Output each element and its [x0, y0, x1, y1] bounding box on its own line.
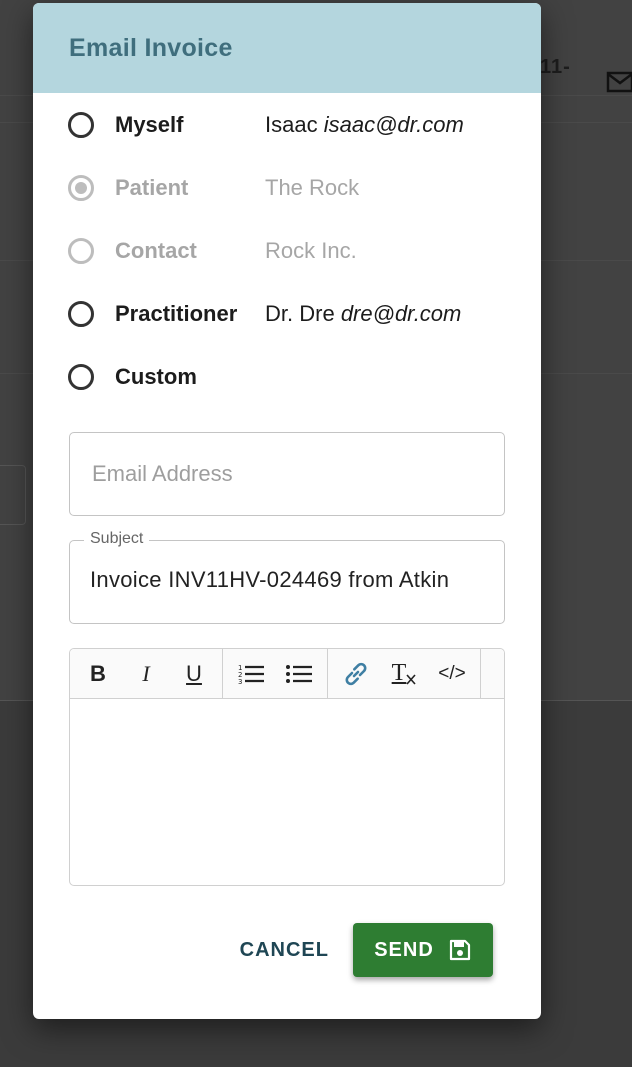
code-view-button[interactable]: </> [428, 650, 476, 698]
save-icon [449, 939, 470, 961]
recipient-radio-group: Myself Isaac isaac@dr.com Patient The Ro… [68, 93, 508, 408]
dialog-actions: CANCEL SEND [226, 923, 493, 977]
underline-button[interactable]: U [170, 650, 218, 698]
recipient-value: Isaac isaac@dr.com [265, 112, 464, 138]
bold-button[interactable]: B [74, 650, 122, 698]
recipient-name: The Rock [265, 174, 360, 200]
bullet-list-button[interactable] [275, 650, 323, 698]
radio-option-practitioner[interactable]: Practitioner Dr. Dre dre@dr.com [68, 282, 508, 345]
bullet-list-icon [286, 664, 312, 683]
send-button[interactable]: SEND [353, 923, 493, 977]
ordered-list-icon: 1 2 3 [238, 664, 264, 686]
recipient-email: isaac@dr.com [323, 111, 464, 137]
radio-label: Contact [115, 237, 197, 263]
email-address-input[interactable] [90, 433, 484, 515]
svg-text:3: 3 [238, 678, 242, 686]
radio-selected-dot [75, 181, 87, 194]
radio-button[interactable] [68, 111, 94, 138]
link-button[interactable] [332, 650, 380, 698]
editor-body[interactable] [70, 699, 504, 885]
radio-label: Custom [115, 363, 197, 389]
recipient-name: Rock Inc. [265, 237, 357, 263]
recipient-value: Dr. Dre dre@dr.com [265, 301, 461, 327]
ordered-list-button[interactable]: 1 2 3 [227, 650, 275, 698]
background-partial-text: 11- [540, 56, 571, 78]
mail-icon [606, 71, 632, 93]
background-box [0, 465, 26, 525]
radio-button[interactable] [68, 237, 94, 264]
radio-button-selected[interactable] [68, 174, 94, 201]
radio-option-myself[interactable]: Myself Isaac isaac@dr.com [68, 93, 508, 156]
toolbar-group-lists: 1 2 3 [223, 649, 328, 698]
radio-option-contact[interactable]: Contact Rock Inc. [68, 219, 508, 282]
radio-option-custom[interactable]: Custom [68, 345, 508, 408]
editor-toolbar: B I U 1 2 3 T </> [70, 649, 504, 699]
recipient-email: dre@dr.com [340, 300, 462, 326]
radio-button[interactable] [68, 363, 94, 390]
subject-input[interactable]: Invoice INV11HV-024469 from Atkin [90, 567, 490, 593]
radio-label: Patient [115, 174, 189, 200]
toolbar-group-format: B I U [70, 649, 223, 698]
cancel-button[interactable]: CANCEL [226, 927, 343, 974]
recipient-name: Isaac [265, 111, 318, 137]
toolbar-group-misc: T </> [328, 649, 481, 698]
italic-button[interactable]: I [122, 650, 170, 698]
email-address-field[interactable] [69, 432, 505, 516]
clear-format-button[interactable]: T [380, 650, 428, 698]
dialog-title: Email Invoice [69, 33, 233, 62]
subject-label: Subject [84, 530, 150, 548]
email-invoice-dialog: Email Invoice Myself Isaac isaac@dr.com … [33, 3, 541, 1019]
clear-format-glyph: T [391, 660, 407, 686]
message-editor: B I U 1 2 3 T </> [69, 648, 505, 886]
recipient-name: Dr. Dre [265, 300, 335, 326]
dialog-header: Email Invoice [33, 3, 541, 93]
radio-label: Myself [115, 111, 184, 137]
send-button-label: SEND [374, 938, 434, 961]
radio-button[interactable] [68, 300, 94, 327]
clear-format-x-icon [406, 673, 416, 685]
subject-field[interactable]: Subject Invoice INV11HV-024469 from Atki… [69, 530, 505, 624]
radio-option-patient[interactable]: Patient The Rock [68, 156, 508, 219]
radio-label: Practitioner [115, 300, 238, 326]
link-icon [345, 662, 367, 685]
